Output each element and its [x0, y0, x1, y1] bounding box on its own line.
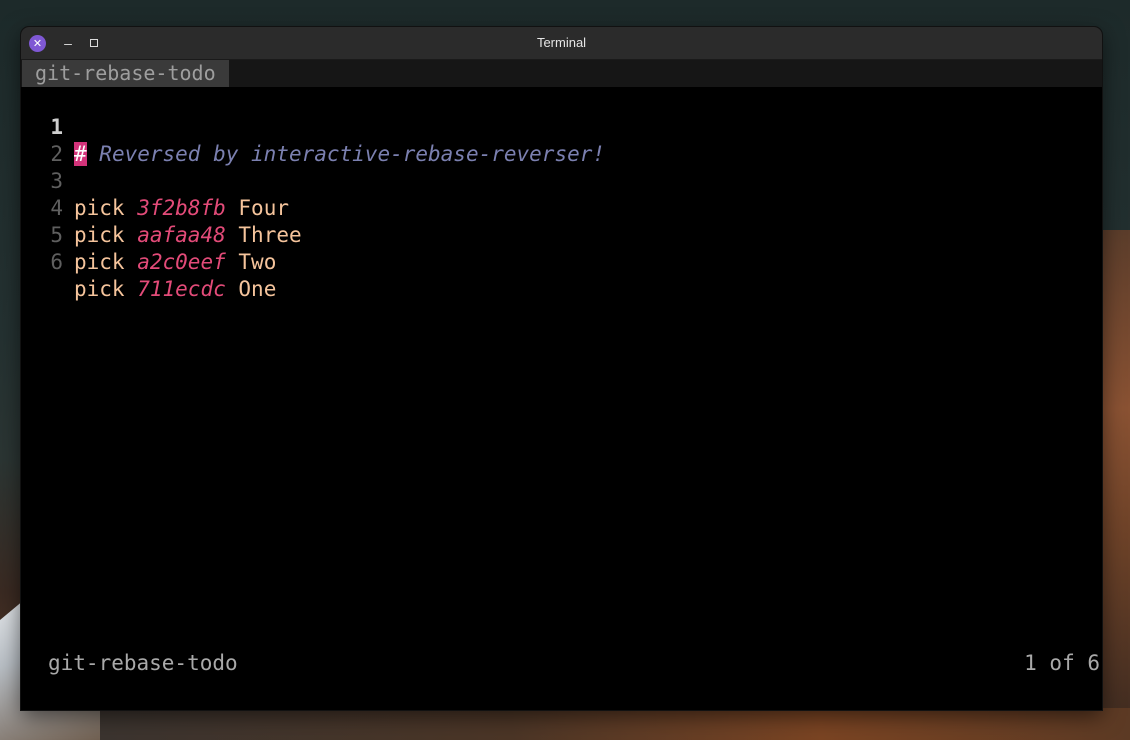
line-number: 6 — [50, 250, 63, 274]
title-bar: ✕ – Terminal — [21, 27, 1102, 60]
rebase-command: pick — [74, 277, 125, 301]
editor-line: 1 # Reversed by interactive-rebase-rever… — [21, 87, 1102, 166]
commit-hash: a2c0eef — [137, 250, 226, 274]
window-title: Terminal — [536, 35, 587, 50]
editor-line: 3 pick 3f2b8fb Four — [21, 141, 1102, 220]
editor-buffer[interactable]: 1 # Reversed by interactive-rebase-rever… — [21, 87, 1102, 301]
editor-line: 2 — [21, 114, 1102, 166]
editor-line: 5 pick a2c0eef Two — [21, 195, 1102, 274]
tab-git-rebase-todo[interactable]: git-rebase-todo — [22, 60, 229, 87]
terminal-window: ✕ – Terminal git-rebase-todo 1 # Reverse… — [21, 27, 1102, 710]
status-filename: git-rebase-todo — [48, 651, 238, 675]
status-position: 1 of 6 — [1024, 651, 1100, 675]
status-line: git-rebase-todo 1 of 6 — [21, 650, 1102, 677]
commit-message: One — [238, 277, 277, 301]
desktop-background-rock — [1100, 230, 1130, 740]
editor-line: 6 pick 711ecdc One — [21, 222, 1102, 301]
commit-hash: 711ecdc — [137, 277, 226, 301]
desktop-background-ground — [100, 708, 1130, 740]
commit-message: Two — [238, 250, 277, 274]
editor-line: 4 pick aafaa48 Three — [21, 168, 1102, 247]
tab-line: git-rebase-todo — [21, 60, 1102, 87]
